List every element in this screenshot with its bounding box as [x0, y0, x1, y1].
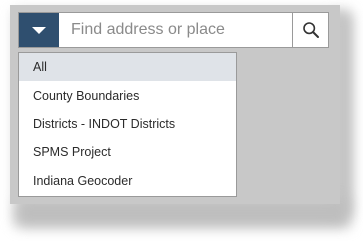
- caret-down-icon: [32, 26, 46, 34]
- search-input[interactable]: [59, 13, 292, 47]
- source-dropdown-menu: All County Boundaries Districts - INDOT …: [18, 52, 237, 197]
- menu-item-spms-project[interactable]: SPMS Project: [19, 138, 236, 166]
- search-widget-screenshot: All County Boundaries Districts - INDOT …: [0, 0, 363, 241]
- source-dropdown-toggle[interactable]: [19, 13, 59, 47]
- search-bar: [18, 12, 329, 48]
- search-icon: [302, 22, 319, 38]
- menu-item-all[interactable]: All: [19, 53, 236, 82]
- search-button[interactable]: [292, 13, 328, 47]
- menu-item-county-boundaries[interactable]: County Boundaries: [19, 81, 236, 109]
- menu-item-indot-districts[interactable]: Districts - INDOT Districts: [19, 110, 236, 138]
- menu-item-indiana-geocoder[interactable]: Indiana Geocoder: [19, 167, 236, 195]
